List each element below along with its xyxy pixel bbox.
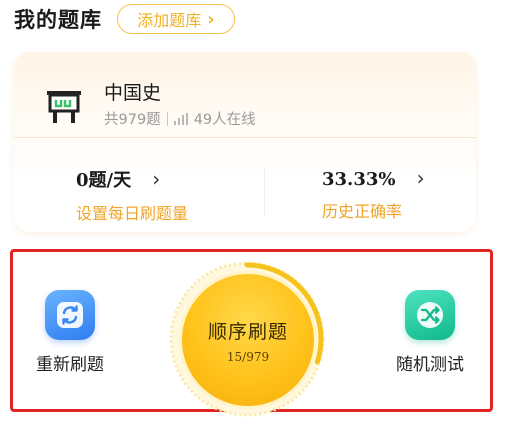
accuracy-stat[interactable]: 33.33% › 历史正确率: [322, 166, 425, 222]
chevron-right-icon: ›: [152, 167, 161, 191]
refresh-icon: [45, 290, 95, 340]
online-count: 49人在线: [193, 112, 256, 128]
redo-label: 重新刷题: [36, 355, 104, 375]
sequential-practice-core: 顺序刷题 15/979: [182, 274, 314, 406]
sequential-progress-text: 15/979: [226, 349, 270, 364]
subject-meta: 共979题 49人在线: [104, 108, 256, 129]
add-question-bank-button[interactable]: 添加题库 ›: [117, 4, 235, 34]
chevron-right-icon: ›: [207, 8, 215, 30]
add-question-bank-label: 添加题库: [137, 11, 202, 30]
accuracy-label: 历史正确率: [322, 202, 403, 221]
signal-icon: [173, 112, 188, 125]
chevron-right-icon: ›: [416, 166, 425, 190]
question-count: 共979题: [104, 112, 161, 128]
daily-target-label: 设置每日刷题量: [76, 204, 189, 223]
daily-target-value: 0题/天: [76, 170, 132, 191]
random-test-label: 随机测试: [396, 355, 464, 375]
temple-icon: [47, 91, 81, 123]
page-title: 我的题库: [14, 8, 102, 32]
random-test-button[interactable]: 随机测试: [390, 290, 470, 375]
redo-button[interactable]: 重新刷题: [30, 290, 110, 375]
sequential-practice-button[interactable]: 顺序刷题 15/979: [166, 258, 328, 420]
shuffle-icon: [405, 290, 455, 340]
meta-separator: [166, 111, 168, 126]
sequential-practice-label: 顺序刷题: [207, 320, 288, 343]
accuracy-value: 33.33%: [322, 169, 396, 190]
stats-divider: [264, 168, 265, 216]
daily-target-stat[interactable]: 0题/天 › 设置每日刷题量: [76, 166, 188, 224]
subject-name: 中国史: [104, 82, 162, 104]
card-divider: [14, 137, 476, 138]
